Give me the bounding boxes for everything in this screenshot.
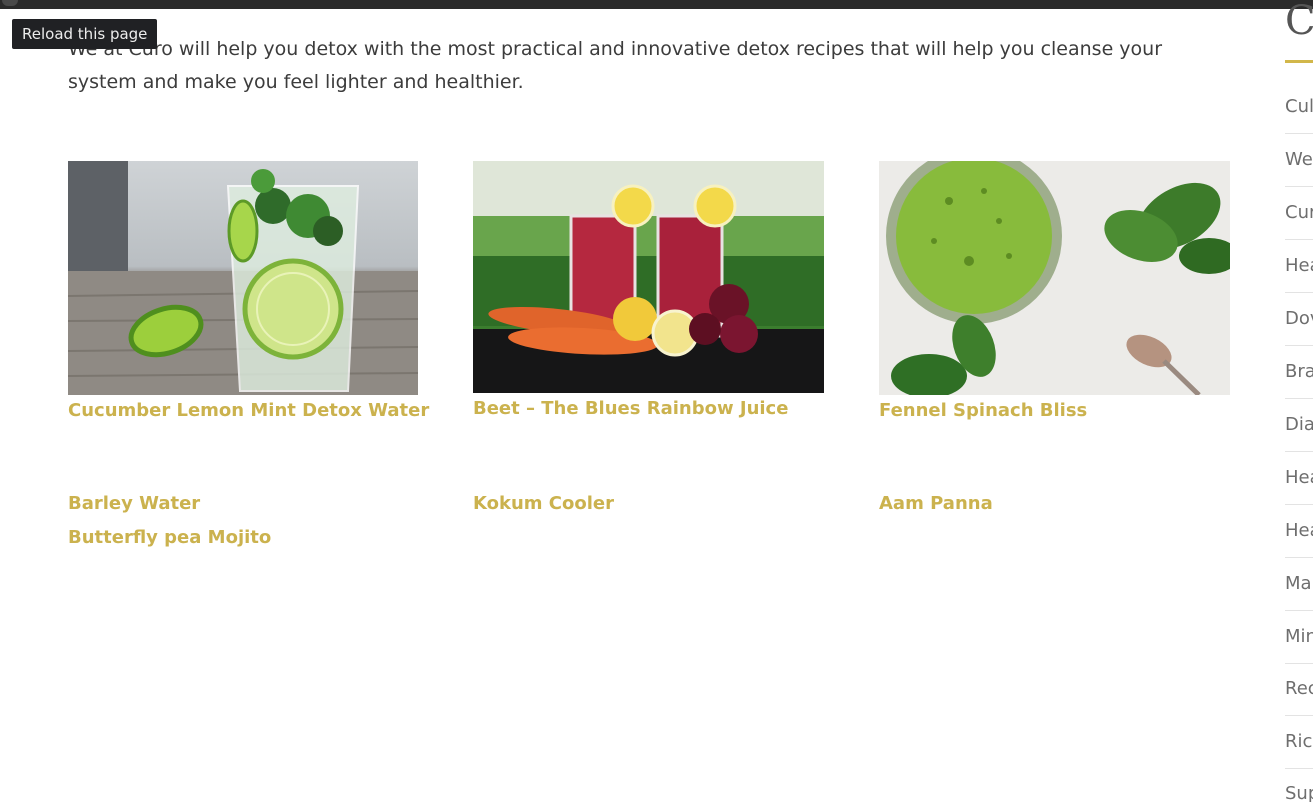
sidebar-item[interactable]: Sup	[1285, 783, 1313, 802]
intro-paragraph: We at Curo will help you detox with the …	[68, 38, 1163, 93]
sidebar-item[interactable]: Hea	[1285, 255, 1313, 276]
sidebar-item[interactable]: Hea	[1285, 520, 1313, 541]
recipe-title-1[interactable]: Cucumber Lemon Mint Detox Water	[68, 400, 429, 421]
divider	[1285, 768, 1313, 769]
recipe-card-3[interactable]: Fennel Spinach Bliss	[879, 161, 1230, 421]
recipe-card-1[interactable]: Cucumber Lemon Mint Detox Water	[68, 161, 429, 421]
sidebar-item[interactable]: Min	[1285, 626, 1313, 647]
divider	[1285, 292, 1313, 293]
divider	[1285, 345, 1313, 346]
sidebar-item[interactable]: Ric	[1285, 731, 1313, 752]
categories-sidebar: Ca Cul We Cur Hea Dov Bra Dia Hea Hea Ma…	[1285, 0, 1313, 802]
sidebar-item[interactable]: Bra	[1285, 361, 1313, 382]
divider	[1285, 557, 1313, 558]
recipe-title-2[interactable]: Beet – The Blues Rainbow Juice	[473, 398, 788, 419]
sidebar-item[interactable]: Cur	[1285, 202, 1313, 223]
recipe-image-beet-juice[interactable]	[473, 161, 824, 393]
divider	[1285, 239, 1313, 240]
sidebar-heading-underline	[1285, 60, 1313, 63]
divider	[1285, 451, 1313, 452]
sidebar-item[interactable]: Hea	[1285, 467, 1313, 488]
divider	[1285, 133, 1313, 134]
recipe-card-2[interactable]: Beet – The Blues Rainbow Juice	[473, 161, 824, 419]
recipe-image-fennel-spinach[interactable]	[879, 161, 1230, 395]
recipe-link-butterfly-pea-mojito[interactable]: Butterfly pea Mojito	[68, 527, 271, 548]
divider	[1285, 186, 1313, 187]
sidebar-heading: Ca	[1285, 0, 1313, 44]
divider	[1285, 663, 1313, 664]
recipe-link-aam-panna[interactable]: Aam Panna	[879, 493, 993, 514]
reload-icon[interactable]	[2, 0, 18, 6]
sidebar-item[interactable]: We	[1285, 149, 1313, 170]
divider	[1285, 398, 1313, 399]
divider	[1285, 504, 1313, 505]
browser-top-bar	[0, 0, 1313, 9]
sidebar-item[interactable]: Rec	[1285, 678, 1313, 699]
reload-tooltip: Reload this page	[12, 19, 158, 49]
recipe-link-barley-water[interactable]: Barley Water	[68, 493, 200, 514]
sidebar-item[interactable]: Dia	[1285, 414, 1313, 435]
recipe-link-kokum-cooler[interactable]: Kokum Cooler	[473, 493, 614, 514]
sidebar-item[interactable]: Ma	[1285, 573, 1313, 594]
sidebar-item[interactable]: Cul	[1285, 96, 1313, 117]
recipe-title-3[interactable]: Fennel Spinach Bliss	[879, 400, 1087, 421]
divider	[1285, 610, 1313, 611]
divider	[1285, 715, 1313, 716]
sidebar-item[interactable]: Dov	[1285, 308, 1313, 329]
recipe-image-cucumber-lemon-mint[interactable]	[68, 161, 418, 395]
